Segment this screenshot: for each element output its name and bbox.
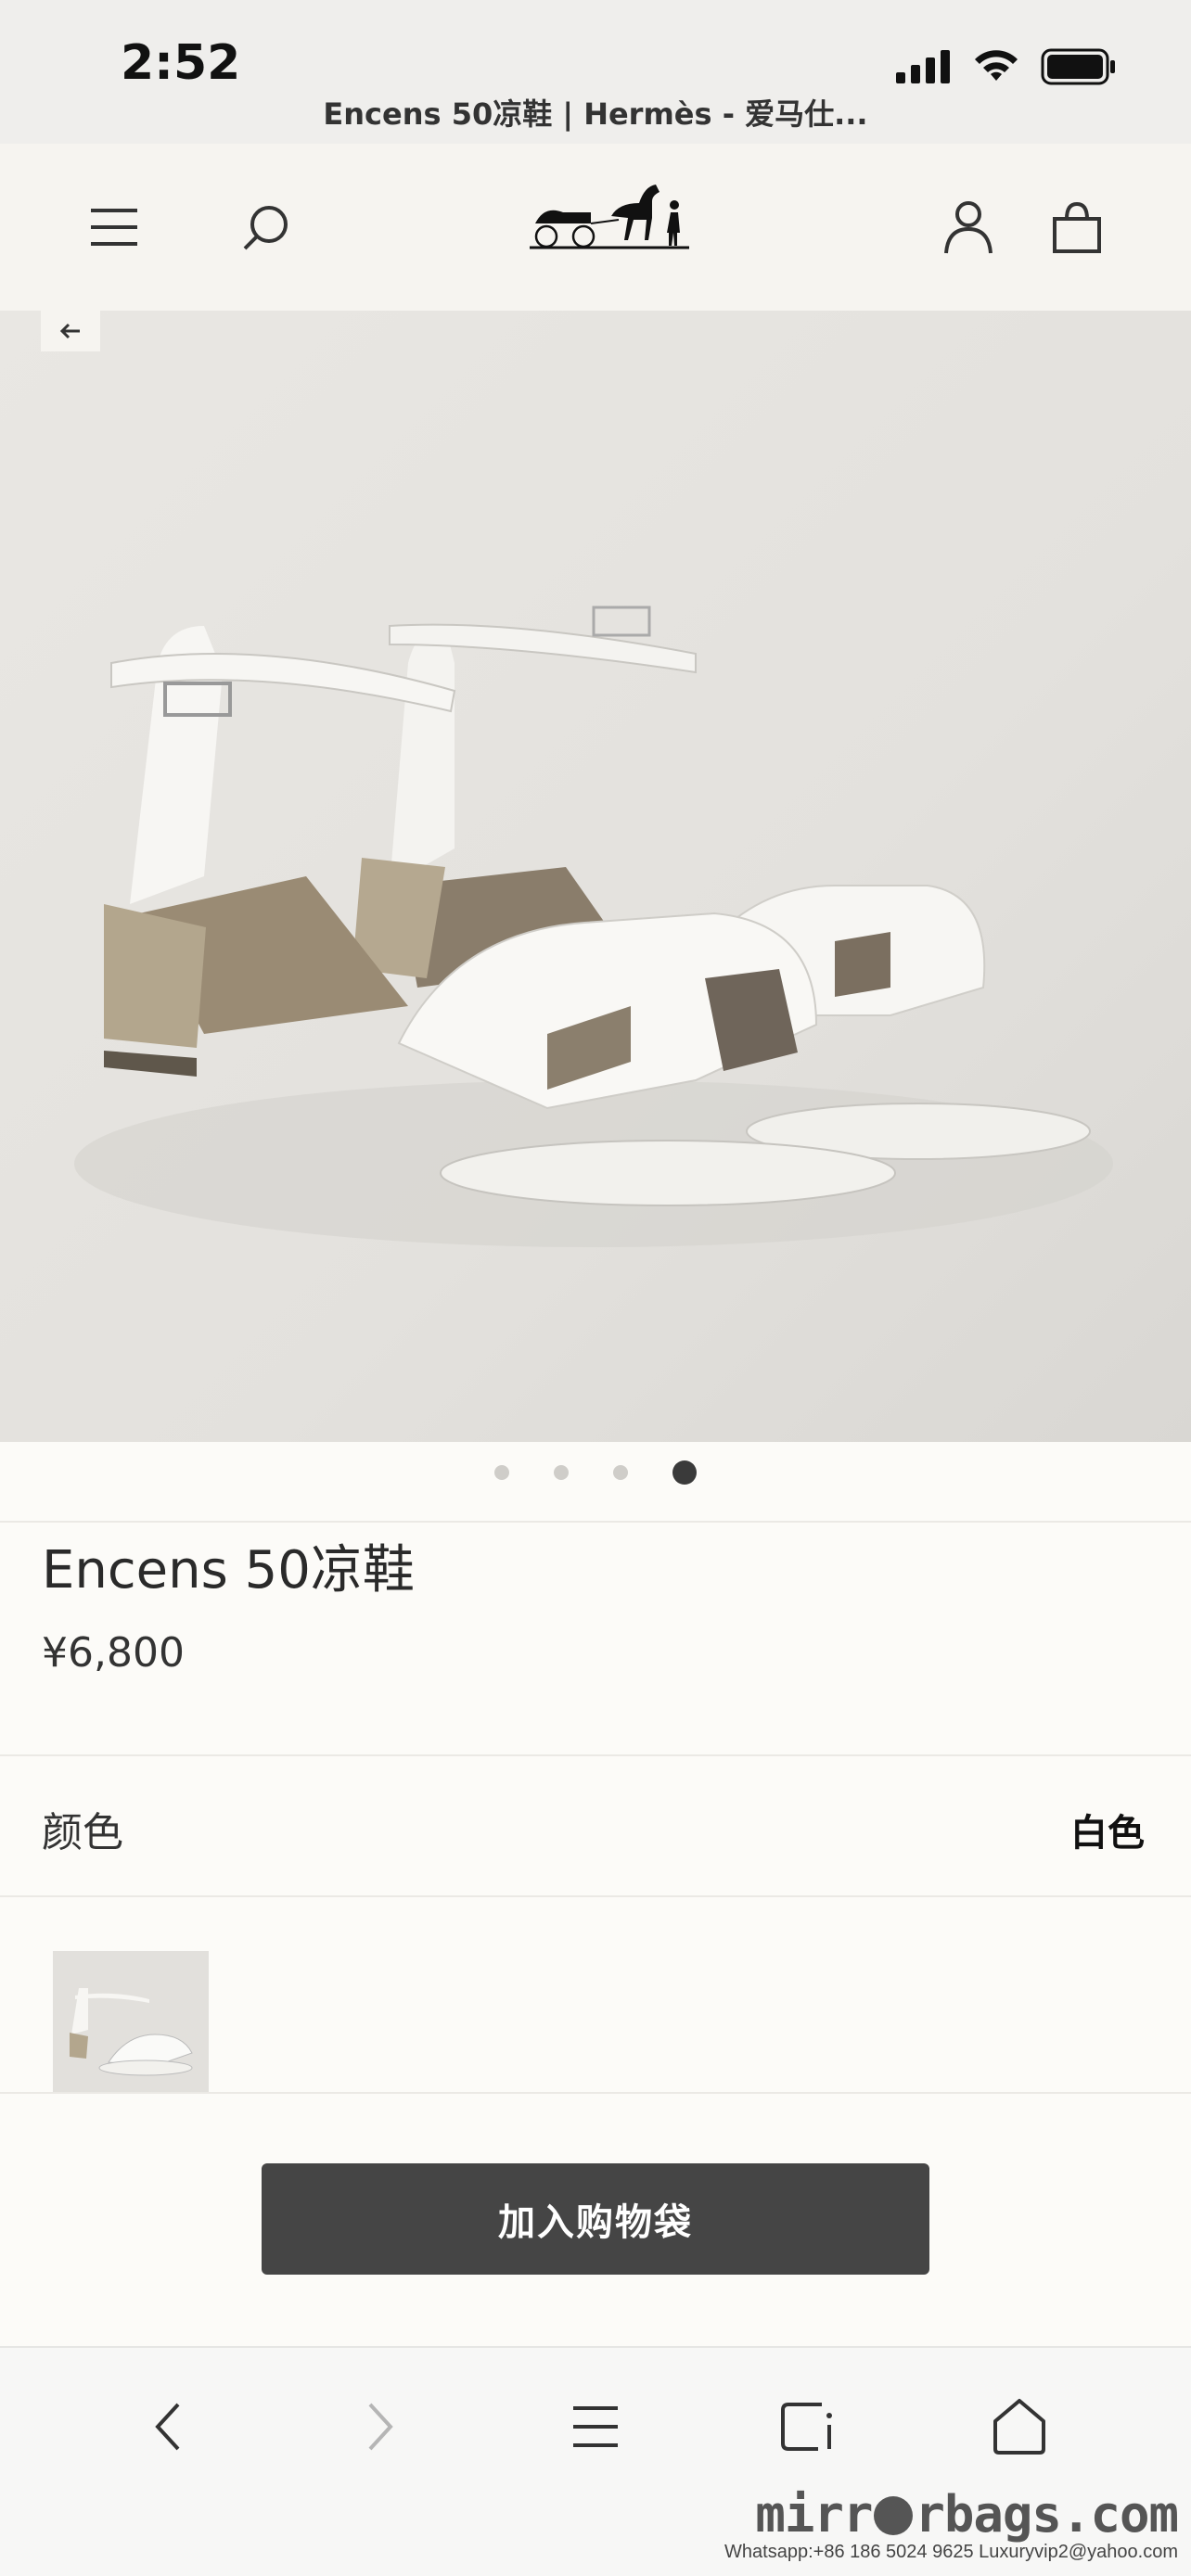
carousel-dot[interactable] bbox=[613, 1465, 628, 1480]
color-value: 白色 bbox=[1070, 1812, 1145, 1855]
color-swatch-white[interactable] bbox=[53, 1951, 209, 2092]
menu-icon bbox=[573, 2406, 618, 2447]
product-image[interactable] bbox=[0, 311, 1191, 1442]
carriage-logo-icon bbox=[530, 185, 689, 249]
back-icon bbox=[155, 2403, 180, 2451]
carousel-dots bbox=[0, 1456, 1191, 1489]
arrow-left-icon bbox=[59, 323, 80, 339]
search-icon bbox=[243, 206, 288, 250]
tabs-icon bbox=[781, 2403, 832, 2451]
status-icons bbox=[896, 46, 1117, 87]
forward-icon bbox=[368, 2403, 393, 2451]
signal-icon bbox=[896, 50, 950, 83]
account-button[interactable] bbox=[936, 195, 1001, 260]
menu-button[interactable] bbox=[82, 195, 147, 260]
search-button[interactable] bbox=[234, 195, 299, 260]
bag-button[interactable] bbox=[1044, 195, 1109, 260]
watermark: mirr rbags.com Whatsapp:+86 186 5024 9625… bbox=[724, 2485, 1179, 2563]
watermark-brand: mirr rbags.com bbox=[755, 2485, 1179, 2544]
browser-back-button[interactable] bbox=[126, 2385, 210, 2468]
add-to-bag-button[interactable]: 加入购物袋 bbox=[262, 2163, 929, 2275]
divider bbox=[0, 2092, 1191, 2094]
wifi-icon bbox=[975, 50, 1018, 81]
product-price: ¥6,800 bbox=[42, 1629, 185, 1677]
product-name: Encens 50凉鞋 bbox=[42, 1540, 415, 1600]
divider bbox=[0, 1895, 1191, 1897]
home-icon bbox=[993, 2399, 1045, 2455]
sandals-image bbox=[74, 606, 1113, 1247]
watermark-contact: Whatsapp:+86 186 5024 9625 Luxuryvip2@ya… bbox=[724, 2542, 1178, 2562]
carousel-dot-active[interactable] bbox=[672, 1460, 697, 1485]
browser-forward-button[interactable] bbox=[339, 2385, 422, 2468]
battery-icon bbox=[1041, 48, 1115, 85]
menu-icon bbox=[91, 209, 137, 246]
page-title[interactable]: Encens 50凉鞋 | Hermès - 爱马仕... bbox=[0, 91, 1191, 134]
carousel-dot[interactable] bbox=[494, 1465, 509, 1480]
clock: 2:52 bbox=[121, 35, 241, 91]
browser-menu-button[interactable] bbox=[554, 2385, 637, 2468]
color-row[interactable] bbox=[0, 1756, 1191, 1895]
shopping-bag-icon bbox=[1053, 201, 1101, 253]
status-bar: 2:52 Encens 50凉鞋 | Hermès - 爱马仕... bbox=[0, 0, 1191, 144]
swatch-thumbnail-icon bbox=[70, 1988, 193, 2076]
color-label: 颜色 bbox=[42, 1809, 123, 1856]
carousel-dot[interactable] bbox=[554, 1465, 569, 1480]
account-icon bbox=[944, 201, 992, 254]
gallery-back-button[interactable] bbox=[41, 311, 100, 351]
divider bbox=[0, 1521, 1191, 1523]
browser-tabs-button[interactable] bbox=[765, 2385, 849, 2468]
site-header bbox=[0, 144, 1191, 311]
browser-home-button[interactable] bbox=[978, 2385, 1061, 2468]
hermes-logo[interactable] bbox=[526, 172, 693, 264]
